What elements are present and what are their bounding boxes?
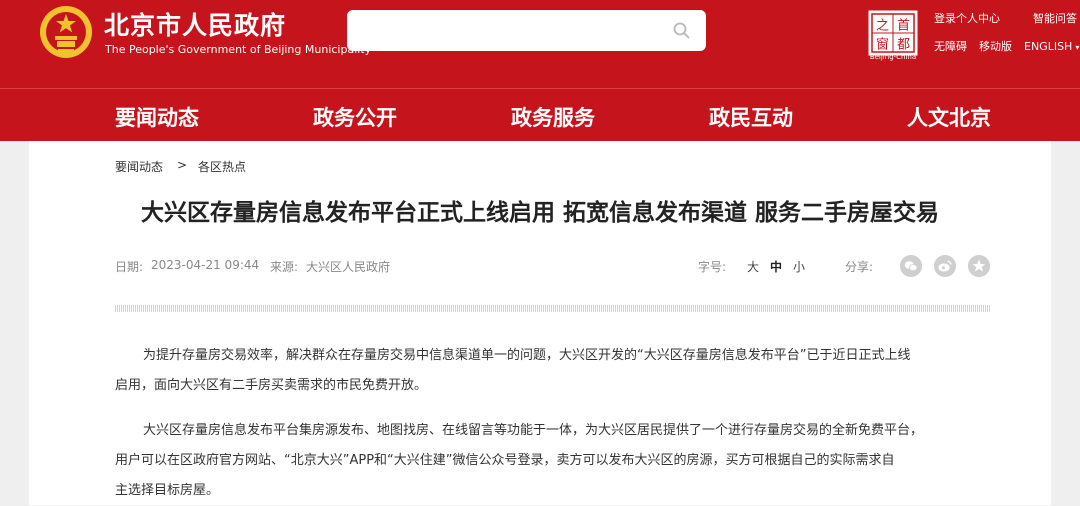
nav-item-interaction[interactable]: 政民互动 — [709, 102, 793, 132]
accessibility-link[interactable]: 无障碍 — [934, 38, 967, 54]
wechat-icon[interactable] — [900, 255, 922, 277]
font-size-medium-button[interactable]: 中 — [770, 258, 782, 275]
paragraph-line: 大兴区存量房信息发布平台集房源发布、地图找房、在线留言等功能于一体，为大兴区居民… — [143, 423, 924, 438]
source-label: 来源: — [270, 260, 299, 274]
nav-item-news[interactable]: 要闻动态 — [115, 102, 199, 132]
article-title: 大兴区存量房信息发布平台正式上线启用 拓宽信息发布渠道 服务二手房屋交易 — [140, 200, 939, 226]
paragraph-line: 为提升存量房交易效率，解决群众在存量房交易中信息渠道单一的问题，大兴区开发的“大… — [143, 348, 911, 363]
article-container: 要闻动态 > 各区热点 大兴区存量房信息发布平台正式上线启用 拓宽信息发布渠道 … — [29, 141, 1051, 505]
article-date: 2023-04-21 09:44 — [151, 258, 260, 272]
paragraph-line: 主选择目标房屋。 — [115, 483, 220, 498]
search-box — [347, 10, 706, 51]
national-emblem-logo[interactable] — [38, 4, 94, 60]
paragraph-line: 用户可以在区政府官方网站、“北京大兴”APP和“大兴住建”微信公众号登录，卖方可… — [115, 453, 895, 468]
seal-char: 之 — [876, 19, 889, 34]
site-header: 北京市人民政府 The People's Government of Beiji… — [0, 0, 1080, 88]
paragraph-line: 启用，面向大兴区有二手房买卖需求的市民免费开放。 — [115, 378, 428, 393]
article-paragraph: 大兴区存量房信息发布平台集房源发布、地图找房、在线留言等功能于一体，为大兴区居民… — [115, 416, 997, 506]
site-name[interactable]: 北京市人民政府 — [104, 6, 286, 42]
language-label: ENGLISH — [1024, 40, 1073, 53]
seal-char: 首 — [897, 19, 910, 34]
breadcrumb-separator: > — [177, 158, 188, 172]
nav-item-government-services[interactable]: 政务服务 — [511, 102, 595, 132]
main-nav: 要闻动态 政务公开 政务服务 政民互动 人文北京 — [0, 88, 1080, 141]
share-label: 分享: — [845, 260, 874, 274]
smart-qa-link[interactable]: 智能问答 — [1033, 10, 1077, 26]
article-paragraph: 为提升存量房交易效率，解决群众在存量房交易中信息渠道单一的问题，大兴区开发的“大… — [115, 341, 997, 401]
mobile-version-link[interactable]: 移动版 — [979, 38, 1012, 54]
seal-char: 都 — [897, 38, 910, 53]
search-input[interactable] — [357, 18, 657, 43]
font-size-small-button[interactable]: 小 — [793, 258, 805, 275]
section-divider — [115, 305, 991, 312]
language-selector[interactable]: ENGLISH ▾ — [1024, 40, 1079, 53]
font-size-label: 字号: — [698, 260, 727, 274]
seal-char: 窗 — [876, 37, 889, 53]
font-size-large-button[interactable]: 大 — [747, 258, 759, 275]
site-name-english: The People's Government of Beijing Munic… — [105, 43, 372, 56]
favorite-icon[interactable] — [968, 255, 990, 277]
nav-item-culture-beijing[interactable]: 人文北京 — [907, 102, 991, 132]
chevron-down-icon: ▾ — [1075, 43, 1080, 52]
article-source: 大兴区人民政府 — [306, 260, 391, 274]
nav-item-government-affairs[interactable]: 政务公开 — [313, 102, 397, 132]
search-icon[interactable] — [672, 21, 692, 41]
seal-caption: Beijing-China — [869, 53, 917, 61]
breadcrumb-item-news[interactable]: 要闻动态 — [115, 158, 163, 175]
weibo-icon[interactable] — [934, 255, 956, 277]
date-label: 日期: — [115, 260, 144, 274]
login-personal-center-link[interactable]: 登录个人中心 — [934, 10, 1000, 26]
breadcrumb-item-district-hotspots[interactable]: 各区热点 — [198, 158, 246, 175]
